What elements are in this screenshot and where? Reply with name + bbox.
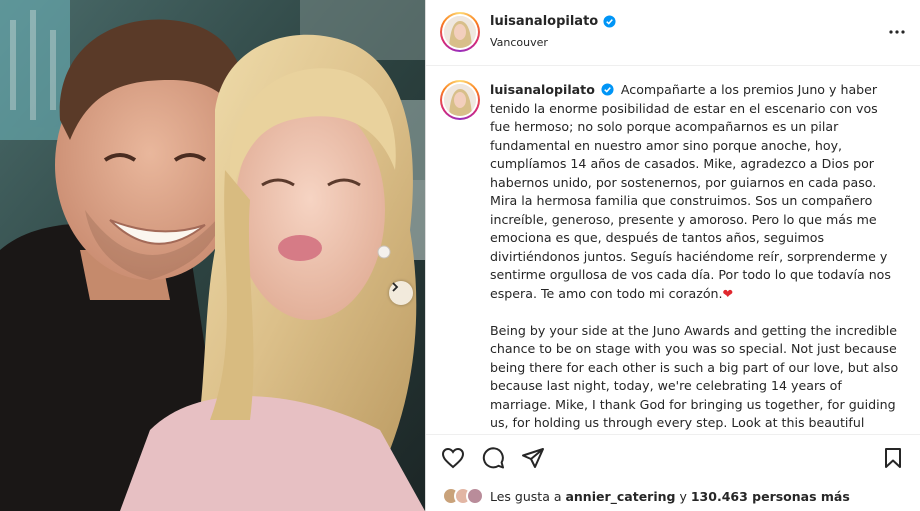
selfie-image xyxy=(0,0,425,511)
caption-scroll-area[interactable]: luisanalopilato Acompañarte a los premio… xyxy=(426,67,920,433)
avatar-photo xyxy=(444,16,476,48)
liker-avatar xyxy=(466,487,484,505)
caption-author-avatar[interactable] xyxy=(440,80,480,120)
more-options-button[interactable] xyxy=(887,22,907,42)
heart-emoji: ❤ xyxy=(722,285,734,301)
caption-text-english: Being by your side at the Juno Awards an… xyxy=(490,322,899,431)
bookmark-icon xyxy=(885,448,901,468)
post-actions-bar: Les gusta a annier_catering y 130.463 pe… xyxy=(426,434,920,511)
share-button[interactable] xyxy=(520,445,546,471)
avatar-photo xyxy=(444,84,476,116)
instagram-post: luisanalopilato Vancouver luisanalopilat… xyxy=(0,0,920,511)
post-photo[interactable] xyxy=(0,0,425,511)
verified-badge-icon xyxy=(601,83,614,96)
comment-button[interactable] xyxy=(480,445,506,471)
post-side-panel: luisanalopilato Vancouver luisanalopilat… xyxy=(425,0,920,511)
author-username[interactable]: luisanalopilato xyxy=(490,14,598,29)
post-header: luisanalopilato Vancouver xyxy=(426,0,920,66)
more-options-icon xyxy=(889,30,905,34)
likes-prefix: Les gusta a xyxy=(490,488,562,504)
likes-summary: Les gusta a annier_catering y 130.463 pe… xyxy=(442,487,850,505)
heart-icon xyxy=(441,447,465,469)
caption-text-spanish: Acompañarte a los premios Juno y haber t… xyxy=(490,82,891,301)
share-icon xyxy=(522,448,544,468)
author-avatar[interactable] xyxy=(440,12,480,52)
author-username-row: luisanalopilato xyxy=(490,14,616,29)
save-button[interactable] xyxy=(880,445,906,471)
caption-username[interactable]: luisanalopilato xyxy=(490,82,595,97)
chevron-right-icon xyxy=(392,282,399,292)
post-location[interactable]: Vancouver xyxy=(490,36,548,49)
next-photo-button[interactable] xyxy=(389,281,413,305)
verified-badge-icon xyxy=(603,15,616,28)
likes-joiner: y xyxy=(679,488,687,504)
comment-icon xyxy=(482,447,504,469)
liker-username[interactable]: annier_catering xyxy=(565,489,675,504)
likes-count[interactable]: 130.463 personas más xyxy=(691,489,850,504)
like-button[interactable] xyxy=(440,445,466,471)
likes-text: Les gusta a annier_catering y 130.463 pe… xyxy=(490,489,850,504)
post-caption: luisanalopilato Acompañarte a los premio… xyxy=(490,81,900,433)
